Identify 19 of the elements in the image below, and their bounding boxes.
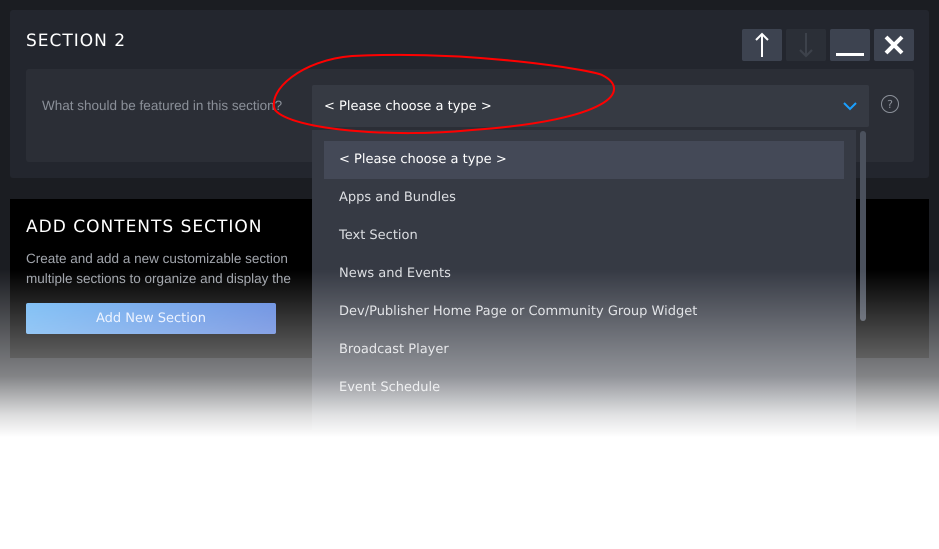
close-button[interactable] [874,29,914,61]
help-icon[interactable]: ? [881,95,899,113]
arrow-up-icon [755,32,769,58]
move-up-button[interactable] [742,29,782,61]
dropdown-option[interactable]: < Please choose a type > [324,141,844,179]
close-icon [884,35,904,55]
dropdown-option[interactable]: Dev/Publisher Home Page or Community Group Widget [324,293,844,331]
description-text: Create and add a new customizable section [26,250,288,268]
section-title: SECTION 2 [26,31,126,51]
add-section-title: ADD CONTENTS SECTION [26,217,263,237]
dropdown-option[interactable]: Text Section [324,217,844,255]
chevron-down-icon [843,102,857,110]
type-select[interactable]: < Please choose a type > [312,85,869,127]
scrollbar[interactable] [860,131,866,321]
dropdown-option[interactable]: Apps and Bundles [324,179,844,217]
minimize-icon [835,52,865,56]
dropdown-option[interactable]: News and Events [324,255,844,293]
description-text: multiple sections to organize and display the [26,270,291,288]
minimize-button[interactable] [830,29,870,61]
